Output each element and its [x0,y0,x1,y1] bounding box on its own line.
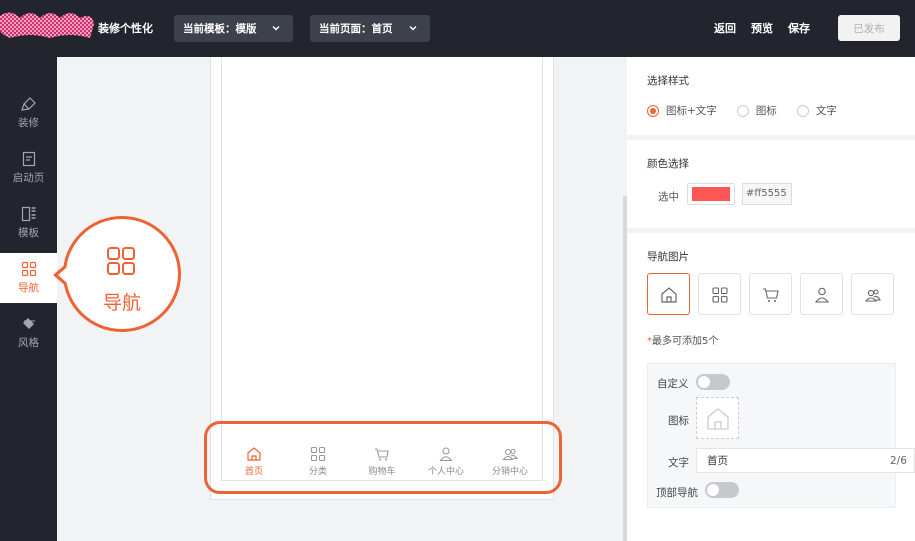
radio-icon[interactable]: 图标 [736,103,777,118]
radio-dot [647,104,659,117]
top-nav-label: 顶部导航 [656,487,698,499]
sidebar: 装修 启动页 模板 导航 风格 [0,57,57,541]
sidebar-item-navigation[interactable]: 导航 [0,253,57,303]
save-link[interactable]: 保存 [788,20,810,36]
app-title: 装修个性化 [98,22,153,35]
style-radio-group: 图标+文字 图标 文字 [647,103,857,118]
sidebar-item-label: 导航 [18,282,39,294]
text-label: 文字 [668,457,689,469]
nav-image-profile[interactable] [800,273,843,315]
nav-image-category[interactable] [698,273,741,315]
sidebar-item-label: 风格 [18,337,39,349]
logo [0,12,94,38]
selected-color-label: 选中 [658,191,679,203]
nav-image-distribution[interactable] [851,273,894,315]
style-section: 选择样式 图标+文字 图标 文字 [627,57,915,135]
back-link[interactable]: 返回 [714,20,736,36]
home-icon [707,408,729,430]
top-nav-toggle[interactable] [705,482,739,498]
hex-value-field[interactable]: #ff5555 [742,183,792,205]
user-icon [814,287,830,303]
document-icon [22,151,35,167]
cart-icon [763,288,779,302]
tabbar-highlight [204,421,562,494]
page-select-label: 当前页面：首页 [319,23,393,35]
sidebar-item-launch-page[interactable]: 启动页 [0,143,57,193]
color-swatch [692,187,730,201]
template-select-label: 当前模板：模版 [183,23,257,35]
nav-text-input[interactable] [696,448,915,473]
page-select[interactable]: 当前页面：首页 [310,15,430,42]
preview-link[interactable]: 预览 [751,20,773,36]
sidebar-item-template[interactable]: 模板 [0,198,57,248]
radio-dot [796,104,809,117]
phone-screen [221,57,543,481]
grid-icon [21,261,36,277]
nav-image-home[interactable] [647,273,690,315]
top-bar: 装修个性化 当前模板：模版 当前页面：首页 返回 预览 保存 已发布 [0,0,915,57]
radio-label: 文字 [815,105,837,117]
radio-label: 图标+文字 [666,105,717,117]
sidebar-item-label: 装修 [18,117,39,129]
custom-toggle[interactable] [696,374,730,390]
section-title: 颜色选择 [647,158,689,170]
icon-label: 图标 [668,415,689,427]
color-section: 颜色选择 选中 #ff5555 [627,140,915,228]
radio-label: 图标 [755,105,777,117]
section-title: 选择样式 [647,75,689,87]
text-char-count: 2/6 [890,455,907,467]
radio-icon-text[interactable]: 图标+文字 [647,103,717,118]
callout-label: 导航 [102,292,141,314]
nav-image-hint: *最多可添加5个 [647,332,718,347]
publish-button[interactable]: 已发布 [838,15,900,41]
navigation-callout: 导航 [63,216,181,332]
section-title: 导航图片 [647,251,689,263]
group-icon [864,289,881,302]
icon-upload[interactable] [696,397,739,439]
chevron-down-icon [272,26,280,31]
radio-dot [736,104,749,117]
brush-icon [20,97,36,111]
custom-label: 自定义 [657,378,689,390]
sidebar-item-label: 模板 [18,227,39,239]
template-icon [21,206,35,222]
home-icon [661,287,677,303]
color-picker[interactable] [687,183,735,205]
hint-text: 最多可添加5个 [652,336,719,347]
grid-icon [712,287,728,303]
nav-image-cart[interactable] [749,273,792,315]
template-select[interactable]: 当前模板：模版 [174,15,293,42]
radio-text[interactable]: 文字 [796,103,837,118]
sidebar-item-style[interactable]: 风格 [0,308,57,358]
callout-pointer-inner [58,267,67,283]
sidebar-item-decorate[interactable]: 装修 [0,88,57,138]
chevron-down-icon [409,26,417,31]
sidebar-item-label: 启动页 [12,172,45,184]
grid-icon [107,247,135,275]
paint-bucket-icon [22,318,35,329]
